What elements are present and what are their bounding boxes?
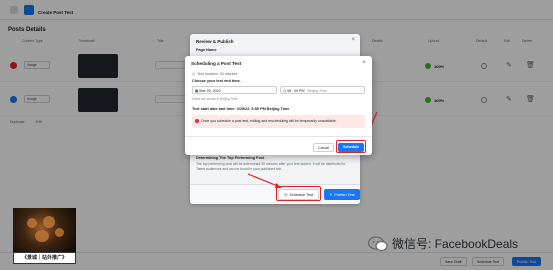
- close-icon[interactable]: ×: [362, 59, 366, 66]
- duration-text: Test duration: 30 minutes: [197, 72, 238, 76]
- warning-text: Once you schedule a post test, editing a…: [201, 119, 337, 123]
- wechat-id-text: 微信号: FacebookDeals: [392, 237, 519, 251]
- timezone-hint: Dates are shown in Beijing Time: [192, 97, 238, 101]
- test-duration: ◷ Test duration: 30 minutes: [192, 72, 237, 76]
- schedule-modal-title: Scheduling a Post Test: [191, 61, 242, 66]
- close-icon[interactable]: ×: [351, 37, 355, 43]
- arrow-icon: [247, 173, 282, 188]
- page-name-label: Page Name: [196, 48, 217, 52]
- timezone-label: Beijing Time: [307, 88, 328, 93]
- clock-icon: ◷: [192, 72, 196, 76]
- warning-icon: !: [195, 119, 199, 123]
- review-modal-title: Review & Publish: [196, 39, 234, 44]
- date-value: Mar 25, 2022: [199, 88, 221, 93]
- promo-caption: 《景城｜站外推广》: [13, 252, 76, 264]
- start-time-text: Test start date and time: 3/25/22, 9:59 …: [192, 107, 290, 111]
- date-picker[interactable]: ▦ Mar 25, 2022: [192, 86, 277, 94]
- wechat-watermark: 微信号: FacebookDeals: [368, 235, 518, 252]
- publish-test-label: Publish Test: [334, 192, 355, 197]
- determine-description: The top performing post will be determin…: [196, 162, 346, 171]
- publish-test-button[interactable]: ⇪ Publish Test: [324, 189, 360, 200]
- schedule-button-highlight: [336, 140, 366, 153]
- time-value: 08 : 00 PM: [287, 88, 305, 93]
- wechat-icon: [368, 235, 388, 251]
- time-picker[interactable]: ◷ 08 : 00 PM Beijing Time: [280, 86, 365, 94]
- choose-end-time-label: Choose your test end time.: [192, 79, 241, 83]
- promo-image: [13, 208, 76, 252]
- cancel-button[interactable]: Cancel: [313, 143, 335, 152]
- determine-title: Determining The Top Performing Post: [196, 156, 265, 160]
- warning-banner: ! Once you schedule a post test, editing…: [192, 115, 365, 128]
- publish-icon: ⇪: [329, 193, 333, 197]
